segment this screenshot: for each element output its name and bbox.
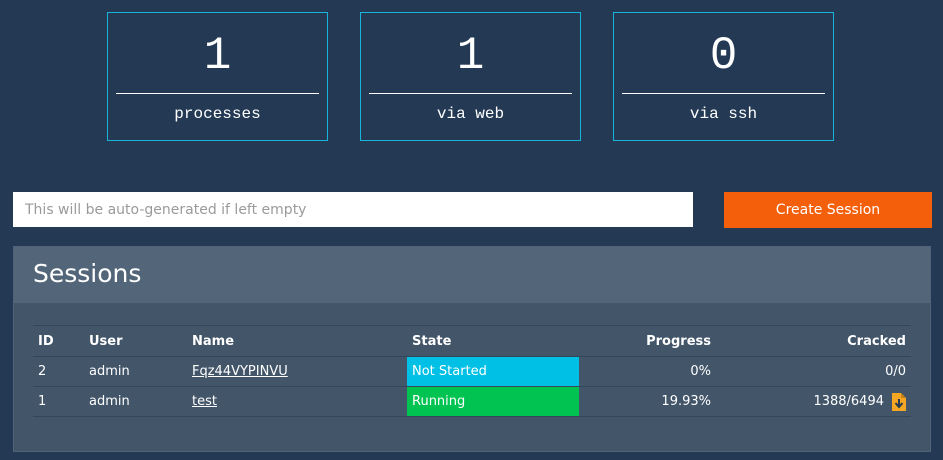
stat-card-via-web: 1 via web <box>360 12 581 141</box>
column-header-name: Name <box>187 325 407 357</box>
sessions-title: Sessions <box>33 259 142 288</box>
session-state-badge: Not Started <box>407 356 579 387</box>
stat-value-processes: 1 <box>203 30 232 82</box>
session-name-cell: Fqz44VYPINVU <box>187 356 407 387</box>
create-session-button[interactable]: Create Session <box>724 192 932 228</box>
session-progress: 0% <box>579 356 716 387</box>
session-name-input[interactable] <box>13 192 693 227</box>
session-progress: 19.93% <box>579 386 716 417</box>
stat-value-via-web: 1 <box>456 30 485 82</box>
session-state-badge: Running <box>407 386 579 417</box>
table-row: 1 admin test Running 19.93% 1388/6494 <box>33 386 911 417</box>
stat-card-via-ssh: 0 via ssh <box>613 12 834 141</box>
sessions-panel-header: Sessions <box>14 247 930 303</box>
session-user: admin <box>84 386 187 417</box>
column-header-user: User <box>84 325 187 357</box>
session-user: admin <box>84 356 187 387</box>
session-cracked-cell: 1388/6494 <box>716 386 911 417</box>
session-name-link[interactable]: Fqz44VYPINVU <box>192 364 288 379</box>
session-id: 2 <box>33 356 84 387</box>
table-row: 2 admin Fqz44VYPINVU Not Started 0% 0/0 <box>33 356 911 387</box>
stat-divider <box>369 93 572 94</box>
file-download-icon[interactable] <box>892 392 906 411</box>
stat-card-processes: 1 processes <box>107 12 328 141</box>
column-header-id: ID <box>33 325 84 357</box>
sessions-table: ID User Name State Progress Cracked 2 ad… <box>33 325 911 417</box>
stat-divider <box>622 93 825 94</box>
session-name-link[interactable]: test <box>192 394 217 409</box>
cracked-wrap: 1388/6494 <box>813 392 906 411</box>
session-cracked: 0/0 <box>716 356 911 387</box>
stat-label-via-web: via web <box>436 105 505 123</box>
table-header-row: ID User Name State Progress Cracked <box>33 325 911 357</box>
session-id: 1 <box>33 386 84 417</box>
stat-label-processes: processes <box>174 105 261 123</box>
sessions-panel: Sessions ID User Name State Progress Cra… <box>13 246 931 452</box>
stat-value-via-ssh: 0 <box>709 30 738 82</box>
stat-label-via-ssh: via ssh <box>689 105 758 123</box>
session-cracked: 1388/6494 <box>813 394 884 409</box>
stat-divider <box>116 93 319 94</box>
column-header-cracked: Cracked <box>716 325 911 357</box>
column-header-progress: Progress <box>579 325 716 357</box>
column-header-state: State <box>407 325 579 357</box>
stats-row: 1 processes 1 via web 0 via ssh <box>107 12 837 143</box>
session-name-cell: test <box>187 386 407 417</box>
